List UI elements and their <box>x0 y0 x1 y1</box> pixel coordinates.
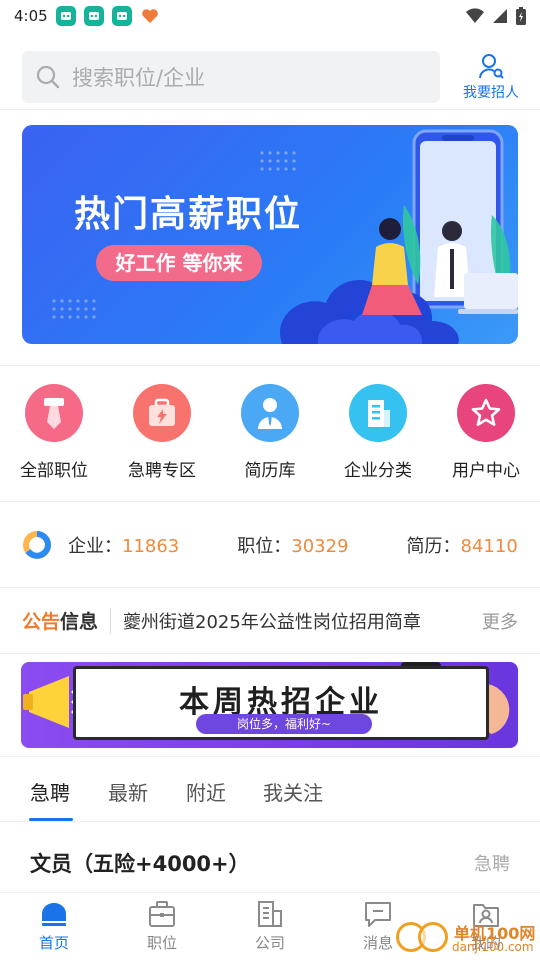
status-bar: 4:05 <box>0 0 540 32</box>
nav-label: 职位 <box>146 934 177 952</box>
job-urgent-badge: 急聘 <box>474 854 510 875</box>
notice-text[interactable]: 夔州街道2025年公益性岗位招用简章 <box>123 608 421 634</box>
nav-label: 首页 <box>38 934 69 952</box>
recruit-label: 我要招人 <box>463 85 519 101</box>
heart-notification-icon <box>140 6 160 26</box>
category-label: 全部职位 <box>20 461 88 481</box>
promo-banner[interactable]: 本周热招企业 岗位多，福利好~ <box>21 662 518 748</box>
category-all-jobs[interactable]: 全部职位 <box>4 384 104 481</box>
tab-nearby[interactable]: 附近 <box>186 777 226 806</box>
notice-bar[interactable]: 公告信息 夔州街道2025年公益性岗位招用简章 更多 <box>0 588 540 654</box>
recruit-button[interactable]: 我要招人 <box>455 52 527 102</box>
divider <box>110 607 112 634</box>
stat-value: 11863 <box>122 535 180 557</box>
signal-icon <box>493 9 507 23</box>
promo-board: 本周热招企业 岗位多，福利好~ <box>73 666 489 740</box>
tab-urgent[interactable]: 急聘 <box>30 777 70 806</box>
promo-subtitle: 岗位多，福利好~ <box>196 714 372 734</box>
watermark-url: danji100.com <box>452 940 534 954</box>
wifi-icon <box>466 8 484 23</box>
category-user-center[interactable]: 用户中心 <box>436 384 536 481</box>
stat-label: 简历： <box>406 535 461 557</box>
category-label: 简历库 <box>244 461 296 481</box>
category-label: 用户中心 <box>452 461 520 481</box>
nav-home[interactable]: 首页 <box>14 899 94 953</box>
stats-ring-icon <box>23 530 52 559</box>
message-icon <box>365 902 391 927</box>
building-icon <box>349 384 407 442</box>
briefcase-icon <box>149 901 175 927</box>
status-time: 4:05 <box>14 7 48 25</box>
notification-app-icon <box>111 6 132 26</box>
notification-app-icon <box>55 6 76 26</box>
stat-jobs: 职位：30329 <box>237 532 348 558</box>
search-input[interactable]: 搜索职位/企业 <box>22 51 440 103</box>
briefcase-lightning-icon <box>133 384 191 442</box>
tab-following[interactable]: 我关注 <box>263 777 323 806</box>
person-search-icon <box>479 54 504 79</box>
stat-resumes: 简历：84110 <box>407 532 518 558</box>
notice-tag-part1: 公告 <box>22 611 61 633</box>
search-header: 搜索职位/企业 我要招人 <box>0 40 540 110</box>
category-enterprise-class[interactable]: 企业分类 <box>328 384 428 481</box>
category-grid: 全部职位 急聘专区 简历库 企业分类 用户中心 <box>0 365 540 502</box>
stat-label: 企业： <box>68 535 122 557</box>
stat-label: 职位： <box>237 535 292 557</box>
home-icon <box>42 903 66 926</box>
tie-icon <box>25 384 83 442</box>
category-resume-library[interactable]: 简历库 <box>220 384 320 481</box>
category-label: 企业分类 <box>344 461 412 481</box>
notice-tag: 公告信息 <box>22 607 98 634</box>
stat-value: 84110 <box>460 535 518 557</box>
stat-value: 30329 <box>291 535 349 557</box>
job-title: 文员（五险+4000+） <box>30 852 250 876</box>
person-icon <box>241 384 299 442</box>
category-urgent[interactable]: 急聘专区 <box>112 384 212 481</box>
job-list-item[interactable]: 文员（五险+4000+） 急聘 <box>0 822 540 892</box>
nav-company[interactable]: 公司 <box>230 899 310 953</box>
stats-bar: 企业：11863 职位：30329 简历：84110 <box>0 502 540 588</box>
watermark-ring-icon <box>418 922 448 952</box>
search-placeholder: 搜索职位/企业 <box>72 66 206 90</box>
battery-icon <box>516 7 526 25</box>
hero-banner[interactable]: 热门高薪职位 好工作 等你来 <box>22 125 518 344</box>
category-label: 急聘专区 <box>128 461 196 481</box>
banner-subtitle: 好工作 等你来 <box>96 245 262 281</box>
notice-tag-part2: 信息 <box>60 611 99 633</box>
search-icon <box>36 65 60 89</box>
nav-jobs[interactable]: 职位 <box>122 899 202 953</box>
notification-app-icon <box>83 6 104 26</box>
nav-label: 消息 <box>362 934 393 952</box>
star-icon <box>457 384 515 442</box>
building-icon <box>258 901 282 927</box>
tab-latest[interactable]: 最新 <box>108 777 148 806</box>
active-tab-indicator <box>29 818 73 821</box>
banner-title: 热门高薪职位 <box>74 194 303 235</box>
stat-companies: 企业：11863 <box>68 532 179 558</box>
watermark-logo: 单机100网 danji100.com <box>392 914 540 960</box>
nav-label: 公司 <box>254 934 285 952</box>
notice-more-link[interactable]: 更多 <box>482 608 518 634</box>
job-tabs: 急聘 最新 附近 我关注 <box>0 756 540 822</box>
